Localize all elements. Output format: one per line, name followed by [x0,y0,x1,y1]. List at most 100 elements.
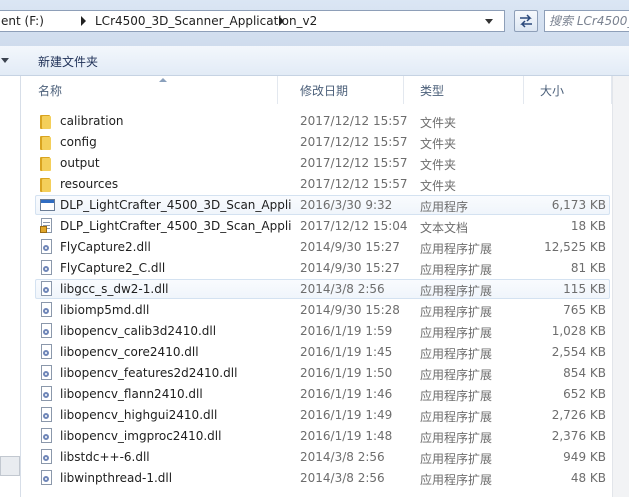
address-bar[interactable]: ent (F:) LCr4500_3D_Scanner_Application_… [0,10,505,32]
file-row[interactable]: libgcc_s_dw2-1.dll 2014/3/8 2:56 应用程序扩展 115… [22,279,612,300]
file-date: 2014/9/30 15:28 [300,303,400,317]
file-date: 2017/12/12 15:57 [300,114,408,128]
file-type: 应用程序扩展 [420,410,493,424]
file-date: 2017/12/12 15:57 [300,177,408,191]
file-size: 18 KB [570,219,606,233]
file-name: config [60,135,97,149]
file-row[interactable]: DLP_LightCrafter_4500_3D_Scan_Appli... 20… [22,216,612,237]
file-row[interactable]: libiomp5md.dll 2014/9/30 15:28 应用程序扩展 765 K… [22,300,612,321]
file-row[interactable]: output 2017/12/12 15:57 文件夹 [22,153,612,174]
file-row[interactable]: resources 2017/12/12 15:57 文件夹 [22,174,612,195]
file-date: 2014/3/8 2:56 [300,471,385,485]
file-date: 2014/3/8 2:56 [300,450,385,464]
file-date: 2016/1/19 1:59 [300,324,393,338]
new-folder-button[interactable]: 新建文件夹 [38,53,98,70]
file-type: 文件夹 [420,137,457,151]
dll-file-icon [40,344,54,360]
file-date: 2014/9/30 15:27 [300,261,400,275]
dll-file-icon [40,260,54,276]
file-date: 2014/9/30 15:27 [300,240,400,254]
file-name: output [60,156,100,170]
breadcrumb-separator-icon[interactable] [279,16,284,26]
file-row[interactable]: libopencv_flann2410.dll 2016/1/19 1:46 应用程… [22,384,612,405]
file-size: 1,028 KB [551,324,606,338]
file-date: 2016/1/19 1:50 [300,366,393,380]
file-size: 2,726 KB [551,408,606,422]
sort-ascending-icon [159,78,167,82]
folder-icon [40,176,54,192]
column-header-type[interactable]: 类型 [404,76,524,104]
dll-file-icon [40,470,54,486]
folder-icon [40,134,54,150]
file-list: calibration 2017/12/12 15:57 文件夹 config 2017… [22,111,612,489]
file-date: 2016/1/19 1:48 [300,429,393,443]
file-type: 应用程序扩展 [420,284,493,298]
file-type: 应用程序扩展 [420,473,493,487]
file-row[interactable]: libopencv_features2d2410.dll 2016/1/19 1:… [22,363,612,384]
file-name: libopencv_highgui2410.dll [60,408,218,422]
file-name: libopencv_features2d2410.dll [60,366,238,380]
file-row[interactable]: FlyCapture2_C.dll 2014/9/30 15:27 应用程序扩展 81… [22,258,612,279]
exe-icon [40,197,55,213]
file-name: libgcc_s_dw2-1.dll [60,282,169,296]
column-header-size[interactable]: 大小 [524,76,612,104]
file-size: 115 KB [563,282,606,296]
file-date: 2017/12/12 15:57 [300,156,408,170]
breadcrumb-separator-icon[interactable] [81,16,86,26]
file-size: 854 KB [563,366,606,380]
file-row[interactable]: calibration 2017/12/12 15:57 文件夹 [22,111,612,132]
toolbar: 新建文件夹 [0,46,629,76]
column-header-date[interactable]: 修改日期 [284,76,404,104]
dll-file-icon [40,239,54,255]
file-size: 48 KB [570,471,606,485]
file-type: 应用程序扩展 [420,326,493,340]
file-type: 应用程序扩展 [420,242,493,256]
file-size: 81 KB [570,261,606,275]
navigation-pane[interactable] [0,76,21,497]
file-date: 2016/1/19 1:46 [300,387,393,401]
file-row[interactable]: libopencv_calib3d2410.dll 2016/1/19 1:59 应… [22,321,612,342]
breadcrumb-drive[interactable]: ent (F:) [1,14,44,28]
address-history-dropdown-icon[interactable] [485,19,493,24]
file-name: libopencv_core2410.dll [60,345,199,359]
file-row[interactable]: libopencv_imgproc2410.dll 2016/1/19 1:48 应… [22,426,612,447]
file-type: 应用程序扩展 [420,368,493,382]
column-header-name[interactable]: 名称 [22,76,278,104]
search-input[interactable] [549,13,629,29]
file-row[interactable]: libwinpthread-1.dll 2014/3/8 2:56 应用程序扩展 48… [22,468,612,489]
file-row[interactable]: FlyCapture2.dll 2014/9/30 15:27 应用程序扩展 12,5… [22,237,612,258]
folder-icon [40,155,54,171]
file-row[interactable]: libopencv_highgui2410.dll 2016/1/19 1:49 应… [22,405,612,426]
file-size: 2,376 KB [551,429,606,443]
file-date: 2014/3/8 2:56 [300,282,385,296]
address-bar-area: ent (F:) LCr4500_3D_Scanner_Application_… [0,0,629,46]
file-name: libwinpthread-1.dll [60,471,173,485]
organize-dropdown-icon[interactable] [1,58,9,63]
navigation-pane-item[interactable] [0,456,20,476]
file-name: libstdc++-6.dll [60,450,150,464]
file-row[interactable]: libstdc++-6.dll 2014/3/8 2:56 应用程序扩展 949 KB [22,447,612,468]
column-header-row: 名称 修改日期 类型 大小 [22,76,629,104]
file-row[interactable]: DLP_LightCrafter_4500_3D_Scan_Appli... 20… [22,195,612,216]
file-size: 765 KB [563,303,606,317]
file-size: 12,525 KB [544,240,606,254]
dll-file-icon [40,302,54,318]
file-type: 文件夹 [420,116,457,130]
file-size: 652 KB [563,387,606,401]
file-row[interactable]: libopencv_core2410.dll 2016/1/19 1:45 应用程序… [22,342,612,363]
file-size: 949 KB [563,450,606,464]
file-type: 应用程序扩展 [420,389,493,403]
search-box[interactable] [544,10,629,32]
file-row[interactable]: config 2017/12/12 15:57 文件夹 [22,132,612,153]
file-name: calibration [60,114,124,128]
file-name: FlyCapture2.dll [60,240,151,254]
refresh-button[interactable] [514,10,538,32]
vertical-scrollbar[interactable] [612,76,629,497]
file-size: 6,173 KB [551,198,606,212]
folder-icon [40,113,54,129]
file-type: 应用程序扩展 [420,347,493,361]
file-date: 2016/3/30 9:32 [300,198,393,212]
dll-file-icon [40,281,54,297]
file-name: libopencv_imgproc2410.dll [60,429,222,443]
dll-file-icon [40,365,54,381]
